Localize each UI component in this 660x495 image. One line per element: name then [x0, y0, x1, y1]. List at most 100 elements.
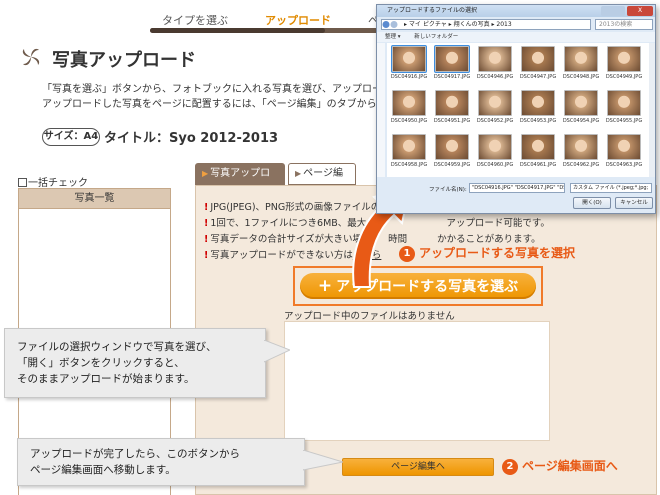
photo-thumbnail-icon — [564, 134, 598, 160]
bulk-check-checkbox[interactable] — [18, 178, 27, 187]
file-name: DSC04954.JPG — [562, 118, 600, 124]
file-thumbnail[interactable]: DSC04951.JPG — [432, 90, 472, 132]
intro-line: アップロードした写真をページに配置するには、「ページ編集」のタブから進んでくだ — [42, 99, 427, 110]
photo-thumbnail-icon — [435, 134, 469, 160]
file-thumbnail[interactable]: DSC04963.JPG — [604, 134, 644, 176]
photo-thumbnail-icon — [391, 45, 427, 73]
file-name: DSC04955.JPG — [605, 118, 643, 124]
step-upload: アップロード — [265, 14, 331, 27]
file-name: DSC04946.JPG — [476, 74, 514, 80]
file-thumbnail[interactable]: DSC04916.JPG — [389, 45, 429, 88]
file-select-dialog: アップロードするファイルの選択 X ▸ マイ ピクチャ ▸ 翔くんの写真 ▸ 2… — [376, 4, 656, 214]
file-name: DSC04961.JPG — [519, 162, 557, 168]
warning-icon: ! — [204, 218, 209, 229]
step-number-badge: 1 — [399, 246, 415, 262]
pinwheel-logo-icon — [22, 48, 40, 66]
photo-thumbnail-icon — [392, 134, 426, 160]
step-progress: タイプを選ぶ アップロード ペ — [150, 8, 390, 38]
warning-icon: ! — [204, 234, 209, 245]
step-select-type[interactable]: タイプを選ぶ — [162, 12, 228, 28]
dialog-search-input[interactable]: 2013の検索 — [595, 19, 653, 30]
photo-thumbnail-icon — [607, 134, 641, 160]
file-thumbnail[interactable]: DSC04955.JPG — [604, 90, 644, 132]
dialog-footer: ファイル名(N): "DSC04916.JPG" "DSC04917.JPG" … — [377, 177, 655, 213]
dialog-scrollbar[interactable] — [649, 43, 655, 177]
filename-label: ファイル名(N): — [429, 187, 467, 193]
photo-list-header: 写真一覧 — [19, 189, 170, 209]
file-thumbnail[interactable]: DSC04948.JPG — [561, 46, 601, 88]
intro-text: 「写真を選ぶ」ボタンから、フォトブックに入れる写真を選び、アップロードします。 … — [42, 82, 431, 112]
dialog-cancel-button[interactable]: キャンセル — [615, 197, 653, 209]
dialog-close-button[interactable]: X — [627, 6, 653, 16]
select-button-highlight: + アップロードする写真を選ぶ — [293, 266, 543, 306]
file-thumbnail[interactable]: DSC04954.JPG — [561, 90, 601, 132]
file-thumbnail[interactable]: DSC04961.JPG — [518, 134, 558, 176]
file-name: DSC04916.JPG — [390, 74, 428, 80]
photo-thumbnail-icon — [521, 90, 555, 116]
file-thumbnail[interactable]: DSC04960.JPG — [475, 134, 515, 176]
warning-icon: ! — [204, 250, 209, 261]
organize-menu[interactable]: 整理 ▾ — [385, 34, 401, 40]
plus-icon: + — [317, 276, 333, 296]
callout-line: ページ編集画面へ移動します。 — [30, 464, 176, 476]
file-thumbnail[interactable]: DSC04949.JPG — [604, 46, 644, 88]
photo-thumbnail-icon — [607, 46, 641, 72]
select-photos-button[interactable]: + アップロードする写真を選ぶ — [300, 273, 536, 299]
tab-photo-upload[interactable]: ▶写真アップロード — [195, 163, 285, 199]
go-page-edit-button[interactable]: ページ編集へ — [342, 458, 494, 476]
file-thumbnail[interactable]: DSC04946.JPG — [475, 46, 515, 88]
tab-arrow-icon: ▶ — [295, 169, 302, 178]
upload-queue-area — [284, 321, 550, 441]
intro-line: 「写真を選ぶ」ボタンから、フォトブックに入れる写真を選び、アップロードします。 — [42, 84, 431, 95]
dialog-address-bar[interactable]: ▸ マイ ピクチャ ▸ 翔くんの写真 ▸ 2013 — [381, 19, 591, 30]
photo-thumbnail-icon — [521, 134, 555, 160]
file-thumbnail[interactable]: DSC04917.JPG — [432, 45, 472, 88]
warning-icon: ! — [204, 202, 209, 213]
callout-pointer — [303, 450, 343, 471]
file-thumbnail[interactable]: DSC04959.JPG — [432, 134, 472, 176]
step-annotation-text: アップロードする写真を選択 — [419, 246, 576, 260]
file-name: DSC04949.JPG — [605, 74, 643, 80]
upload-status: アップロード中のファイルはありません — [284, 311, 455, 322]
file-name: DSC04951.JPG — [433, 118, 471, 124]
bulk-check[interactable]: 一括チェック — [18, 174, 88, 189]
file-thumbnail[interactable]: DSC04952.JPG — [475, 90, 515, 132]
file-thumbnail[interactable]: DSC04958.JPG — [389, 134, 429, 176]
instruction-callout: アップロードが完了したら、このボタンから ページ編集画面へ移動します。 — [17, 438, 305, 486]
dialog-minimize-button[interactable] — [601, 6, 625, 16]
callout-line: そのままアップロードが始まります。 — [17, 373, 195, 385]
file-name: DSC04953.JPG — [519, 118, 557, 124]
filetype-select[interactable]: カスタム ファイル (*.jpeg;*.jpg; — [570, 183, 652, 193]
book-title: タイトル：Syo 2012-2013 — [104, 131, 279, 146]
dialog-open-button[interactable]: 開く(O) — [573, 197, 611, 209]
photo-thumbnail-icon — [564, 46, 598, 72]
file-thumbnail[interactable]: DSC04962.JPG — [561, 134, 601, 176]
file-name: DSC04958.JPG — [390, 162, 428, 168]
file-name: DSC04950.JPG — [390, 118, 428, 124]
back-forward-icon[interactable] — [382, 20, 398, 29]
photo-thumbnail-icon — [434, 45, 470, 73]
callout-line: アップロードが完了したら、このボタンから — [30, 448, 240, 460]
file-name: DSC04960.JPG — [476, 162, 514, 168]
dialog-file-grid: DSC04916.JPG DSC04917.JPG DSC04946.JPG DSC0… — [387, 43, 649, 177]
callout-line: 「開く」ボタンをクリックすると、 — [17, 357, 185, 369]
new-folder-button[interactable]: 新しいフォルダー — [414, 34, 458, 40]
file-thumbnail[interactable]: DSC04953.JPG — [518, 90, 558, 132]
photo-thumbnail-icon — [392, 90, 426, 116]
callout-line: ファイルの選択ウィンドウで写真を選び、 — [17, 341, 217, 353]
step-number-badge: 2 — [502, 459, 518, 475]
tab-arrow-icon: ▶ — [202, 169, 209, 178]
size-badge: サイズ：A4 — [42, 128, 100, 146]
file-name: DSC04952.JPG — [476, 118, 514, 124]
step-annotation-text: ページ編集画面へ — [522, 459, 618, 473]
file-thumbnail[interactable]: DSC04950.JPG — [389, 90, 429, 132]
instruction-callout: ファイルの選択ウィンドウで写真を選び、 「開く」ボタンをクリックすると、 そのま… — [4, 328, 266, 398]
page-title: 写真アップロード — [52, 50, 196, 71]
file-name: DSC04963.JPG — [605, 162, 643, 168]
file-thumbnail[interactable]: DSC04947.JPG — [518, 46, 558, 88]
photo-thumbnail-icon — [607, 90, 641, 116]
step-annotation-2: 2 ページ編集画面へ — [502, 457, 618, 475]
photo-thumbnail-icon — [435, 90, 469, 116]
filename-input[interactable]: "DSC04916.JPG" "DSC04917.JPG" "DSC — [469, 183, 565, 193]
photo-thumbnail-icon — [521, 46, 555, 72]
